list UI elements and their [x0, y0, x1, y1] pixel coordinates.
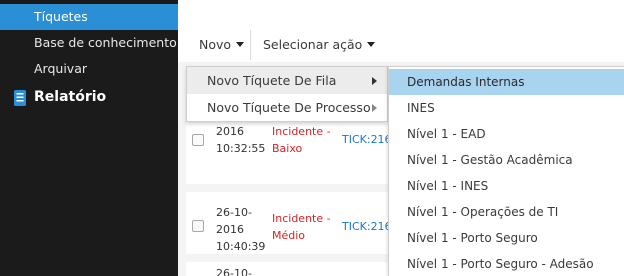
menu-item-new-process-ticket[interactable]: Novo Tíquete De Processo [187, 94, 387, 121]
queue-item[interactable]: Nível 1 - Operações de TI [389, 199, 624, 225]
row-priority[interactable]: Incidente - Baixo [272, 123, 331, 157]
chevron-right-icon [372, 77, 377, 85]
row-checkbox[interactable] [192, 220, 204, 232]
chevron-right-icon [372, 104, 377, 112]
row-date-year: 2016 [216, 125, 244, 138]
queue-item[interactable]: Nível 1 - EAD [389, 121, 624, 147]
sidebar-item-label: Base de conhecimento [34, 35, 177, 50]
queue-item[interactable]: Nível 1 - Porto Seguro [389, 225, 624, 251]
sidebar-item-base-de-conhecimento[interactable]: Base de conhecimento [0, 30, 178, 56]
menu-item-new-queue-ticket[interactable]: Novo Tíquete De Fila [187, 67, 387, 94]
new-button[interactable]: Novo [199, 37, 245, 52]
sidebar-item-label: Relatório [34, 89, 107, 105]
chevron-down-icon [236, 42, 245, 47]
sidebar-item-tiquetes[interactable]: Tíquetes [0, 4, 178, 30]
row-date-time: 10:40:39 [216, 240, 266, 253]
sidebar: Tíquetes Base de conhecimento Arquivar R… [0, 0, 178, 276]
select-action-label: Selecionar ação [263, 37, 363, 52]
menu-item-label: Novo Tíquete De Processo [207, 100, 371, 115]
report-book-icon [14, 89, 26, 106]
toolbar-divider [250, 30, 251, 60]
select-action-button[interactable]: Selecionar ação [263, 37, 376, 52]
row-checkbox[interactable] [192, 134, 204, 146]
row-priority-level: Médio [272, 229, 306, 242]
chevron-down-icon [367, 42, 376, 47]
toolbar: Novo Selecionar ação [178, 0, 624, 62]
row-date-year: 2016 [216, 223, 244, 236]
sidebar-item-label: Arquivar [34, 61, 87, 76]
row-date: 2016 10:32:55 [216, 123, 265, 157]
new-ticket-menu: Novo Tíquete De Fila Novo Tíquete De Pro… [186, 66, 388, 122]
queue-item[interactable]: Demandas Internas [389, 69, 624, 95]
queue-item[interactable]: Nível 1 - Porto Seguro - Adesão [389, 251, 624, 276]
row-priority-type: Incidente - [272, 125, 331, 138]
queue-item[interactable]: Nível 1 - Gestão Acadêmica [389, 147, 624, 173]
new-button-label: Novo [199, 37, 232, 52]
queue-item[interactable]: Nível 1 - INES [389, 173, 624, 199]
sidebar-item-relatorio[interactable]: Relatório [0, 84, 178, 110]
sidebar-item-label: Tíquetes [34, 9, 88, 24]
row-priority[interactable]: Incidente - Médio [272, 210, 331, 244]
row-priority-level: Baixo [272, 142, 303, 155]
row-date: 26-10- [216, 265, 252, 276]
row-date: 26-10- 2016 10:40:39 [216, 204, 265, 255]
sidebar-item-arquivar[interactable]: Arquivar [0, 56, 178, 82]
queue-item[interactable]: INES [389, 95, 624, 121]
row-date-time: 10:32:55 [216, 142, 266, 155]
row-date-day: 26-10- [216, 267, 252, 276]
row-date-day: 26-10- [216, 206, 252, 219]
queue-submenu: Demandas Internas INES Nível 1 - EAD Nív… [388, 66, 624, 276]
menu-item-label: Novo Tíquete De Fila [207, 73, 337, 88]
row-priority-type: Incidente - [272, 212, 331, 225]
